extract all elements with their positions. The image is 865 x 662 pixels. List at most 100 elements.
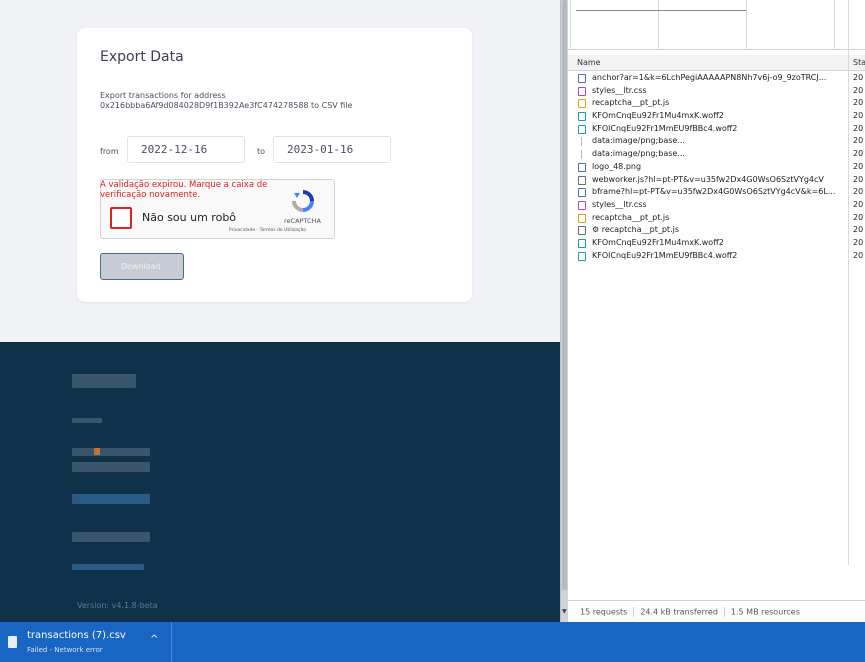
request-name: data:image/png;base... <box>592 136 685 146</box>
font-icon <box>578 112 586 122</box>
request-status: 20 <box>853 149 864 159</box>
request-status: 20 <box>853 161 864 171</box>
request-status: 20 <box>853 212 864 222</box>
download-file-name: transactions (7).csv <box>27 630 126 641</box>
request-row[interactable]: ⚙ recaptcha__pt_pt.js 20 <box>568 224 865 237</box>
export-address: 0x216bbba6Af9d084028D9f1B392Ae3fC4742785… <box>100 101 353 110</box>
export-title: Export Data <box>100 49 184 65</box>
request-row[interactable]: logo_48.png 20 <box>568 161 865 174</box>
request-name: data:image/png;base... <box>592 149 685 159</box>
request-status: 20 <box>853 85 864 95</box>
request-row[interactable]: data:image/png;base... 20 <box>568 135 865 148</box>
column-name-header[interactable]: Name <box>577 58 601 67</box>
site-footer: Version: v4.1.8-beta <box>0 342 560 622</box>
font-icon <box>578 251 586 261</box>
request-row[interactable]: anchor?ar=1&k=6LchPegiAAAAAPN8Nh7v6j-o9_… <box>568 72 865 85</box>
scroll-down-icon[interactable]: ▼ <box>562 608 567 615</box>
timeline-gridline <box>834 0 835 50</box>
network-summary-bar: 15 requests 24.4 kB transferred 1.5 MB res… <box>568 600 865 622</box>
request-name: KFOmCnqEu92Fr1Mu4mxK.woff2 <box>592 111 724 121</box>
js-icon <box>578 213 586 223</box>
request-status: 20 <box>853 187 864 197</box>
request-status: 20 <box>853 237 864 247</box>
js-icon <box>578 99 586 109</box>
request-name: recaptcha__pt_pt.js <box>592 212 670 222</box>
request-name: styles__ltr.css <box>592 199 647 209</box>
request-row[interactable]: KFOlCnqEu92Fr1MmEU9fBBc4.woff2 20 <box>568 123 865 136</box>
request-status: 20 <box>853 174 864 184</box>
request-name: bframe?hl=pt-PT&v=u35fw2Dx4G0WsO6SztVYg4… <box>592 187 836 197</box>
from-date-input[interactable]: 2022-12-16 <box>127 136 245 163</box>
summary-resources: 1.5 MB resources <box>730 607 800 617</box>
request-name: webworker.js?hl=pt-PT&v=u35fw2Dx4G0WsO6S… <box>592 174 824 184</box>
to-date-input[interactable]: 2023-01-16 <box>273 136 391 163</box>
doc-icon <box>578 74 586 83</box>
chevron-up-icon[interactable]: ^ <box>150 634 158 645</box>
request-name: styles__ltr.css <box>592 85 647 95</box>
summary-requests: 15 requests <box>580 607 628 617</box>
request-name: KFOlCnqEu92Fr1MmEU9fBBc4.woff2 <box>592 123 738 133</box>
request-name: logo_48.png <box>592 161 642 171</box>
recaptcha-links[interactable]: Privacidade - Termos de Utilização <box>229 228 306 233</box>
request-name: KFOlCnqEu92Fr1MmEU9fBBc4.woff2 <box>592 250 738 260</box>
request-row[interactable]: recaptcha__pt_pt.js 20 <box>568 97 865 110</box>
download-shelf: transactions (7).csv Failed - Network er… <box>0 622 865 662</box>
request-name: KFOmCnqEu92Fr1Mu4mxK.woff2 <box>592 237 724 247</box>
footer-logo-blurred <box>72 374 136 388</box>
request-status: 20 <box>853 225 864 235</box>
recaptcha-error: A validação expirou. Marque a caixa de v… <box>100 180 268 200</box>
footer-link-blurred[interactable] <box>72 494 150 504</box>
from-label: from <box>100 147 119 156</box>
request-row[interactable]: KFOmCnqEu92Fr1Mu4mxK.woff2 20 <box>568 237 865 250</box>
doc-icon <box>578 188 586 198</box>
summary-transferred: 24.4 kB transferred <box>640 607 718 617</box>
download-item[interactable]: transactions (7).csv Failed - Network er… <box>0 622 172 662</box>
css-icon <box>578 86 586 96</box>
column-status-header[interactable]: Sta <box>853 58 865 67</box>
file-icon <box>578 226 586 236</box>
pane-splitter[interactable]: ▼ <box>560 0 568 622</box>
request-name: recaptcha__pt_pt.js <box>592 98 670 108</box>
request-row[interactable]: bframe?hl=pt-PT&v=u35fw2Dx4G0WsO6SztVYg4… <box>568 186 865 199</box>
request-status: 20 <box>853 98 864 108</box>
request-row[interactable]: styles__ltr.css 20 <box>568 199 865 212</box>
download-button[interactable]: Download <box>100 253 184 280</box>
font-icon <box>578 124 586 134</box>
summary-separator <box>723 607 725 617</box>
network-timeline[interactable] <box>568 0 865 50</box>
request-row[interactable]: KFOlCnqEu92Fr1MmEU9fBBc4.woff2 20 <box>568 250 865 263</box>
scrollbar-thumb[interactable] <box>562 0 567 590</box>
footer-link-blurred[interactable] <box>72 462 150 472</box>
request-status: 20 <box>853 199 864 209</box>
recaptcha-checkbox[interactable] <box>110 207 132 229</box>
footer-icon-blurred <box>94 448 100 455</box>
timeline-bar <box>576 10 746 11</box>
network-table-header: Name Sta <box>568 55 865 71</box>
export-description: Export transactions for address 0x216bbb… <box>100 91 460 111</box>
web-page: Export Data Export transactions for addr… <box>0 0 560 622</box>
request-row[interactable]: styles__ltr.css 20 <box>568 85 865 98</box>
request-name: anchor?ar=1&k=6LchPegiAAAAAPN8Nh7v6j-o9_… <box>592 73 827 82</box>
request-row[interactable]: data:image/png;base... 20 <box>568 148 865 161</box>
request-row[interactable]: KFOmCnqEu92Fr1Mu4mxK.woff2 20 <box>568 110 865 123</box>
to-label: to <box>257 147 266 156</box>
image-icon <box>578 162 586 172</box>
footer-link-blurred[interactable] <box>72 564 144 570</box>
recaptcha-label: Não sou um robô <box>142 211 237 224</box>
request-row[interactable]: webworker.js?hl=pt-PT&v=u35fw2Dx4G0WsO6S… <box>568 174 865 187</box>
timeline-gridline <box>658 0 659 50</box>
request-row[interactable]: recaptcha__pt_pt.js 20 <box>568 212 865 225</box>
recaptcha-brand: reCAPTCHA <box>284 217 321 225</box>
version-label: Version: v4.1.8-beta <box>77 601 158 610</box>
request-status: 20 <box>853 136 864 146</box>
data-icon <box>581 150 582 160</box>
request-status: 20 <box>853 73 864 82</box>
footer-link-blurred[interactable] <box>72 532 150 542</box>
footer-link-blurred[interactable] <box>72 448 150 456</box>
export-description-line1: Export transactions for address <box>100 91 226 100</box>
devtools-network-panel: Name Sta anchor?ar=1&k=6LchPegiAAAAAPN8N… <box>568 0 865 622</box>
file-icon <box>578 175 586 185</box>
file-icon <box>8 636 17 648</box>
request-name: ⚙ recaptcha__pt_pt.js <box>592 225 679 235</box>
font-icon <box>578 238 586 248</box>
